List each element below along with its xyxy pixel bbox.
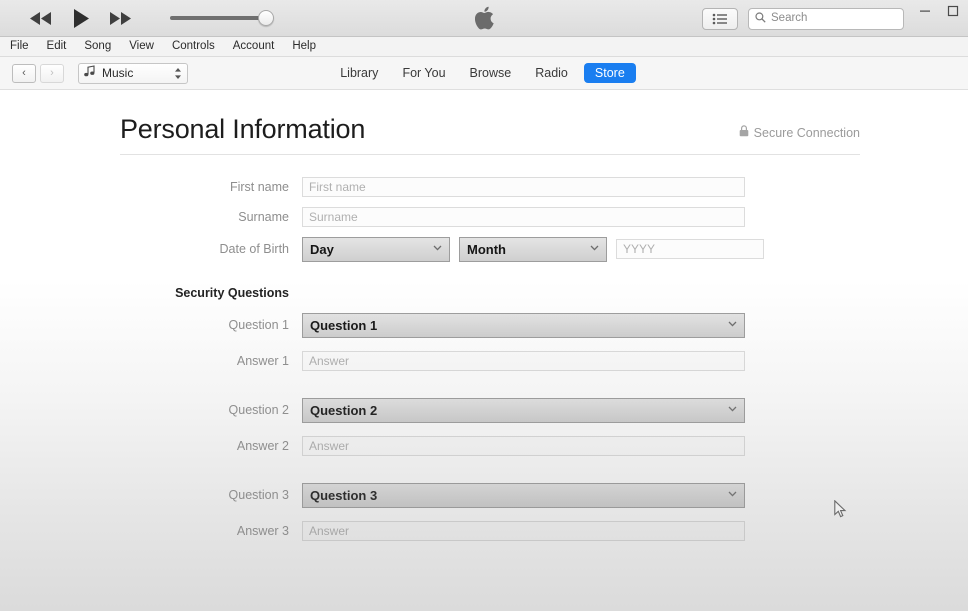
chevron-down-icon [728,405,737,415]
security-question-block-2: Question 2 Question 2 Answer 2 Answer [120,397,860,456]
playback-controls [0,7,274,29]
dob-day-dropdown[interactable]: Day [302,236,450,262]
menu-item-view[interactable]: View [127,39,156,55]
question-3-value: Question 3 [310,487,378,503]
menu-bar: File Edit Song View Controls Account Hel… [0,37,968,57]
question-1-dropdown[interactable]: Question 1 [302,312,745,338]
answer-3-placeholder: Answer [309,523,350,538]
fast-forward-button[interactable] [108,7,134,29]
menu-item-account[interactable]: Account [231,39,277,55]
answer-3-label: Answer 3 [236,523,289,538]
volume-slider[interactable] [164,8,274,28]
date-of-birth-row: Date of Birth Day Month YYYY [120,236,860,262]
tab-browse[interactable]: Browse [462,63,520,83]
question-2-value: Question 2 [310,402,378,418]
question-1-label: Question 1 [228,318,289,333]
titlebar-right-group: Search [702,0,968,37]
tab-store[interactable]: Store [583,63,636,83]
store-nav-tabs: Library For You Browse Radio Store [0,57,968,89]
answer-3-input[interactable]: Answer [302,520,745,541]
menu-item-edit[interactable]: Edit [45,39,69,55]
chevron-down-icon [728,320,737,330]
question-1-row: Question 1 Question 1 [120,312,860,338]
security-question-block-1: Question 1 Question 1 Answer 1 Answer [120,312,860,371]
volume-knob[interactable] [258,10,274,26]
minimize-button[interactable] [918,4,932,18]
question-3-label: Question 3 [228,488,289,503]
question-2-label: Question 2 [228,403,289,418]
surname-input[interactable]: Surname [302,206,745,227]
answer-1-input[interactable]: Answer [302,350,745,371]
dob-month-value: Month [467,241,506,257]
security-questions-section-header: Security Questions [120,286,860,300]
page-title: Personal Information [120,114,366,144]
personal-information-form: First name First name Surname Surname Da… [120,155,860,541]
surname-placeholder: Surname [309,209,358,224]
question-2-row: Question 2 Question 2 [120,397,860,423]
first-name-input[interactable]: First name [302,176,745,197]
play-button[interactable] [68,7,94,29]
surname-row: Surname Surname [120,206,860,227]
answer-2-input[interactable]: Answer [302,435,745,456]
tab-radio[interactable]: Radio [527,63,576,83]
maximize-button[interactable] [946,4,960,18]
answer-2-row: Answer 2 Answer [120,435,860,456]
dob-year-input[interactable]: YYYY [616,239,764,260]
question-3-row: Question 3 Question 3 [120,482,860,508]
answer-2-label: Answer 2 [236,438,289,453]
dob-day-value: Day [310,241,334,257]
date-of-birth-label: Date of Birth [219,242,289,257]
menu-item-song[interactable]: Song [82,39,113,55]
lock-icon [739,124,749,142]
dob-month-dropdown[interactable]: Month [459,236,607,262]
itunes-window: Search File Edit Song View Controls Acco… [0,0,968,611]
menu-item-help[interactable]: Help [290,39,318,55]
navigation-bar: ‹ › Music Library For You Browse Radio S… [0,57,968,90]
title-bar: Search [0,0,968,37]
answer-1-placeholder: Answer [309,353,350,368]
chevron-down-icon [728,490,737,500]
first-name-row: First name First name [120,176,860,197]
question-1-value: Question 1 [310,317,378,333]
list-view-button[interactable] [702,7,738,30]
menu-item-controls[interactable]: Controls [170,39,217,55]
answer-1-label: Answer 1 [236,353,289,368]
dob-year-placeholder: YYYY [623,242,656,257]
question-2-dropdown[interactable]: Question 2 [302,397,745,423]
chevron-down-icon [433,244,442,254]
content-area: Personal Information Secure Connection F… [0,90,968,611]
security-questions-title: Security Questions [175,285,289,300]
surname-label: Surname [238,209,289,224]
chevron-down-icon [590,244,599,254]
search-placeholder: Search [771,11,808,24]
tab-library[interactable]: Library [332,63,386,83]
secure-connection-label: Secure Connection [753,125,860,140]
menu-item-file[interactable]: File [8,39,31,55]
tab-for-you[interactable]: For You [394,63,453,83]
first-name-placeholder: First name [309,179,366,194]
answer-1-row: Answer 1 Answer [120,350,860,371]
search-icon [755,10,766,28]
question-3-dropdown[interactable]: Question 3 [302,482,745,508]
answer-2-placeholder: Answer [309,438,350,453]
answer-3-row: Answer 3 Answer [120,520,860,541]
first-name-label: First name [229,179,289,194]
search-input[interactable]: Search [748,7,904,30]
page-header: Personal Information Secure Connection [120,90,860,155]
window-controls [918,0,960,37]
security-question-block-3: Question 3 Question 3 Answer 3 Answer [120,482,860,541]
volume-track [170,16,268,20]
rewind-button[interactable] [28,7,54,29]
secure-connection-indicator: Secure Connection [739,124,860,145]
